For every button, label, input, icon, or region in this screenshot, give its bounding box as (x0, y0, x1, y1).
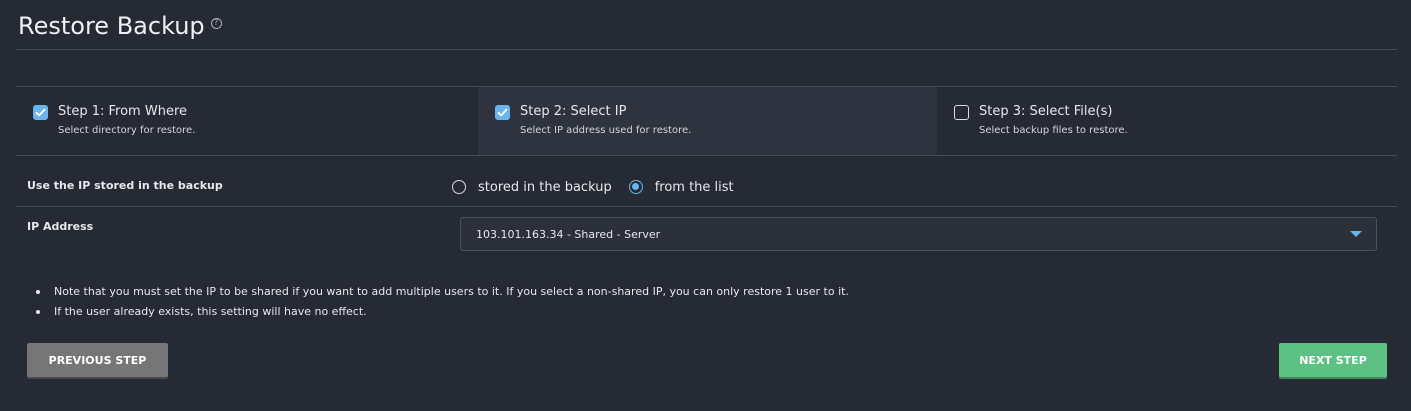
note-item: Note that you must set the IP to be shar… (36, 284, 849, 304)
header-divider (16, 49, 1397, 50)
checkbox-checked-icon[interactable] (33, 105, 48, 120)
radio-stored-in-backup[interactable] (452, 180, 466, 194)
next-step-button[interactable]: NEXT STEP (1279, 343, 1387, 377)
step-title: Step 2: Select IP (520, 104, 627, 119)
ip-source-radio-group: stored in the backup from the list (452, 178, 734, 196)
page-title: Restore Backup (18, 12, 205, 40)
ip-source-label: Use the IP stored in the backup (27, 179, 223, 192)
ip-address-select[interactable]: 103.101.163.34 - Shared - Server (460, 217, 1377, 251)
page-header: Restore Backup ? (18, 8, 222, 44)
radio-label[interactable]: from the list (655, 180, 734, 195)
step-select-ip[interactable]: Step 2: Select IP Select IP address used… (478, 87, 937, 155)
step-select-files[interactable]: Step 3: Select File(s) Select backup fil… (937, 87, 1397, 155)
checkbox-unchecked-icon[interactable] (954, 105, 969, 120)
step-subtitle: Select backup files to restore. (979, 125, 1128, 136)
step-title: Step 3: Select File(s) (979, 104, 1113, 119)
step-subtitle: Select directory for restore. (58, 125, 196, 136)
wizard-steps: Step 1: From Where Select directory for … (16, 86, 1397, 156)
checkbox-checked-icon[interactable] (495, 105, 510, 120)
help-icon[interactable]: ? (210, 17, 222, 29)
step-title: Step 1: From Where (58, 104, 188, 119)
step-subtitle: Select IP address used for restore. (520, 125, 692, 136)
step-from-where[interactable]: Step 1: From Where Select directory for … (16, 87, 478, 155)
row-divider (16, 206, 1397, 207)
radio-label[interactable]: stored in the backup (478, 180, 612, 195)
ip-address-value: 103.101.163.34 - Shared - Server (476, 228, 661, 241)
ip-address-label: IP Address (27, 220, 94, 233)
previous-step-button[interactable]: PREVIOUS STEP (27, 343, 168, 377)
radio-from-list[interactable] (628, 180, 643, 194)
notes-list: Note that you must set the IP to be shar… (36, 284, 849, 324)
caret-down-icon[interactable] (1350, 231, 1362, 237)
note-item: If the user already exists, this setting… (36, 304, 849, 324)
